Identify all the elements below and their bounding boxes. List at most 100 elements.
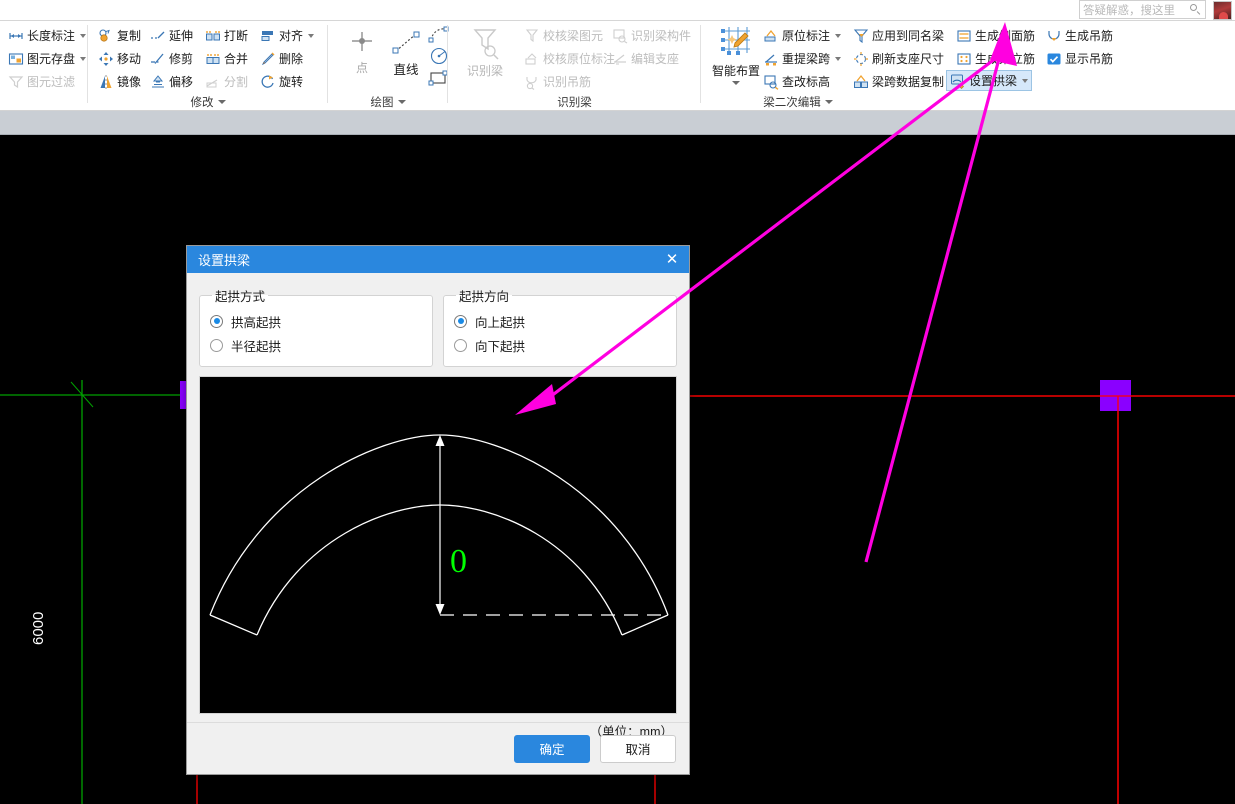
- ribbon-item-check-elevation[interactable]: 查改标高: [759, 71, 834, 92]
- ribbon-group-annotation: 长度标注 图元存盘 图元过滤: [0, 21, 88, 111]
- ribbon-item-copy[interactable]: 复制: [94, 25, 145, 46]
- ok-button[interactable]: 确定: [514, 734, 590, 763]
- ribbon-item-label: 刷新支座尺寸: [872, 52, 945, 66]
- ribbon-item-label: 生成侧面筋: [975, 29, 1036, 43]
- top-search-strip: 答疑解惑，搜这里: [0, 0, 1235, 21]
- ribbon-item-copy-span-data[interactable]: 梁跨数据复制: [849, 71, 948, 92]
- ribbon-item-gen-side-rebar[interactable]: 生成侧面筋: [952, 25, 1039, 46]
- extend-icon: [150, 28, 166, 44]
- line-icon: [389, 29, 423, 59]
- canvas-dimension-label: 6000: [30, 611, 47, 645]
- radio-arch-height[interactable]: 拱高起拱: [210, 309, 422, 333]
- ribbon-item-label: 图元存盘: [27, 52, 76, 66]
- ribbon-item-save-element[interactable]: 图元存盘: [4, 48, 90, 69]
- arch-height-value: 0: [450, 543, 467, 580]
- ribbon-item-rotate[interactable]: 旋转: [256, 71, 307, 92]
- arch-preview-drawing: 0: [209, 434, 669, 636]
- ribbon-item-align[interactable]: 对齐: [256, 25, 318, 46]
- ribbon-group-label-beam-secondary-edit: 梁二次编辑: [531, 94, 1065, 110]
- ribbon-item-label: 打断: [224, 29, 249, 43]
- ribbon-item-break[interactable]: 打断: [201, 25, 252, 46]
- ribbon-item-label: 复制: [117, 29, 142, 43]
- ribbon-group-label-modify: 修改: [88, 94, 328, 110]
- ribbon-toolbar: 长度标注 图元存盘 图元过滤 复制 延伸 打断 对齐 移动 修剪 合并 删除 镜…: [0, 21, 1235, 111]
- chevron-down-icon[interactable]: [80, 33, 87, 38]
- ribbon-item-extend[interactable]: 延伸: [146, 25, 197, 46]
- ribbon-item-mirror[interactable]: 镜像: [94, 71, 145, 92]
- close-icon[interactable]: ✕: [655, 246, 689, 273]
- ribbon-item-label: 镜像: [117, 75, 142, 89]
- chevron-down-icon[interactable]: [1022, 78, 1029, 83]
- radio-arch-radius[interactable]: 半径起拱: [210, 333, 422, 357]
- ribbon-item-label: 生成架立筋: [975, 52, 1036, 66]
- ribbon-item-gen-hanger[interactable]: 生成吊筋: [1042, 25, 1117, 46]
- radio-arch-down[interactable]: 向下起拱: [454, 333, 666, 357]
- ribbon-bigbutton-label: 智能布置: [711, 64, 760, 78]
- ribbon-item-show-hanger[interactable]: 显示吊筋: [1042, 48, 1117, 69]
- ribbon-item-delete[interactable]: 删除: [256, 48, 307, 69]
- chevron-down-icon[interactable]: [835, 33, 842, 38]
- search-icon[interactable]: [1189, 3, 1202, 16]
- ribbon-item-gen-erection-rebar[interactable]: 生成架立筋: [952, 48, 1039, 69]
- radio-arch-up[interactable]: 向上起拱: [454, 309, 666, 333]
- ribbon-item-trim[interactable]: 修剪: [146, 48, 197, 69]
- cancel-button[interactable]: 取消: [600, 734, 676, 763]
- ribbon-item-label: 延伸: [169, 29, 194, 43]
- ribbon-item-label: 校核梁图元: [543, 29, 604, 43]
- ribbon-item-move[interactable]: 移动: [94, 48, 145, 69]
- user-avatar[interactable]: [1213, 1, 1232, 20]
- ribbon-bigbutton-smart-layout[interactable]: 智能布置: [705, 25, 767, 85]
- ribbon-bigbutton-label: 识别梁: [466, 64, 503, 78]
- chevron-down-icon[interactable]: [217, 100, 226, 104]
- rotate-icon: [260, 74, 276, 90]
- ribbon-item-length-dimension[interactable]: 长度标注: [4, 25, 90, 46]
- break-icon: [205, 28, 221, 44]
- ribbon-bigbutton-identify-beam: 识别梁: [454, 25, 516, 78]
- help-search-box[interactable]: 答疑解惑，搜这里: [1079, 0, 1206, 19]
- ribbon-item-label: 生成吊筋: [1065, 29, 1114, 43]
- set-arch-beam-dialog: 设置拱梁 ✕ 起拱方式 拱高起拱 半径起拱 起拱方向 向上起拱 向下起拱 0 （…: [186, 245, 690, 775]
- chevron-down-icon[interactable]: [732, 81, 740, 85]
- gen-erection-rebar-icon: [956, 51, 972, 67]
- split-icon: [205, 74, 221, 90]
- ribbon-item-inplace-note[interactable]: 原位标注: [759, 25, 845, 46]
- ribbon-item-label: 校核原位标注: [543, 52, 616, 66]
- ribbon-item-set-arch-beam[interactable]: 设置拱梁: [946, 70, 1033, 91]
- gen-side-rebar-icon: [956, 28, 972, 44]
- ribbon-item-label: 图元过滤: [27, 75, 76, 89]
- ribbon-group-label-draw: 绘图: [328, 94, 448, 110]
- check-elevation-icon: [763, 74, 779, 90]
- radio-indicator: [454, 338, 467, 352]
- chevron-down-icon[interactable]: [824, 100, 833, 104]
- ribbon-item-apply-same-name[interactable]: 应用到同名梁: [849, 25, 948, 46]
- align-icon: [260, 28, 276, 44]
- ribbon-item-label: 重提梁跨: [782, 52, 831, 66]
- ribbon-item-offset[interactable]: 偏移: [146, 71, 197, 92]
- ribbon-item-merge[interactable]: 合并: [201, 48, 252, 69]
- ribbon-group-beam-secondary-edit: 智能布置 原位标注 应用到同名梁 生成侧面筋 生成吊筋 重提梁跨 刷新支座尺寸 …: [701, 21, 1235, 111]
- ribbon-item-label: 移动: [117, 52, 142, 66]
- ribbon-item-line[interactable]: 直线: [382, 29, 430, 78]
- move-icon: [98, 51, 114, 67]
- ribbon-item-label: 梁跨数据复制: [872, 75, 945, 89]
- ribbon-item-label: 应用到同名梁: [872, 29, 945, 43]
- chevron-down-icon[interactable]: [308, 33, 315, 38]
- ribbon-item-label: 对齐: [279, 29, 304, 43]
- ribbon-item-label: 识别梁构件: [631, 29, 692, 43]
- dialog-title: 设置拱梁: [198, 253, 251, 268]
- ribbon-item-check-inplace-note: 校核原位标注: [520, 48, 619, 69]
- offset-icon: [150, 74, 166, 90]
- chevron-down-icon[interactable]: [80, 56, 87, 61]
- arch-dimension-arrow-up: [435, 435, 445, 446]
- ribbon-item-refresh-support[interactable]: 刷新支座尺寸: [849, 48, 948, 69]
- radio-label: 拱高起拱: [231, 315, 282, 330]
- merge-icon: [205, 51, 221, 67]
- radio-indicator: [210, 314, 223, 328]
- ribbon-item-label: 显示吊筋: [1065, 52, 1114, 66]
- filter-element-icon: [8, 74, 24, 90]
- ribbon-item-label: 查改标高: [782, 75, 831, 89]
- ribbon-item-reextract-span[interactable]: 重提梁跨: [759, 48, 845, 69]
- chevron-down-icon[interactable]: [835, 56, 842, 61]
- chevron-down-icon[interactable]: [397, 100, 406, 104]
- ribbon-item-label: 原位标注: [782, 29, 831, 43]
